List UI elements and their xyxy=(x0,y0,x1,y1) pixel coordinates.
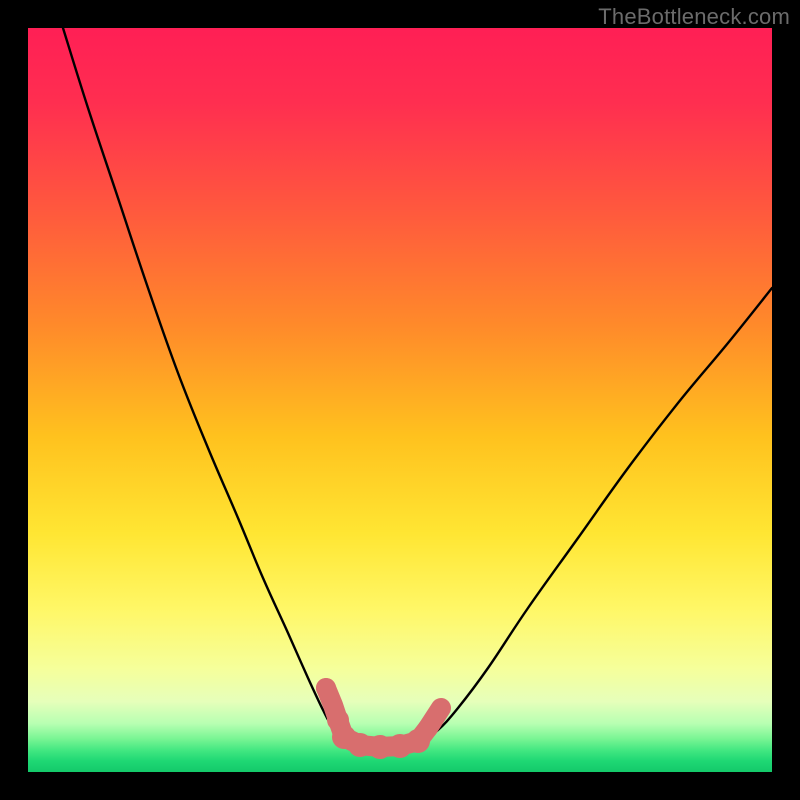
chart-frame xyxy=(28,28,772,772)
trough-marker-dot xyxy=(418,718,438,738)
watermark-text: TheBottleneck.com xyxy=(598,4,790,30)
trough-marker-group xyxy=(316,678,448,759)
trough-marker-dot xyxy=(434,701,448,715)
bottleneck-curve xyxy=(63,28,772,747)
chart-curves-layer xyxy=(28,28,772,772)
trough-marker-dot xyxy=(316,678,336,698)
